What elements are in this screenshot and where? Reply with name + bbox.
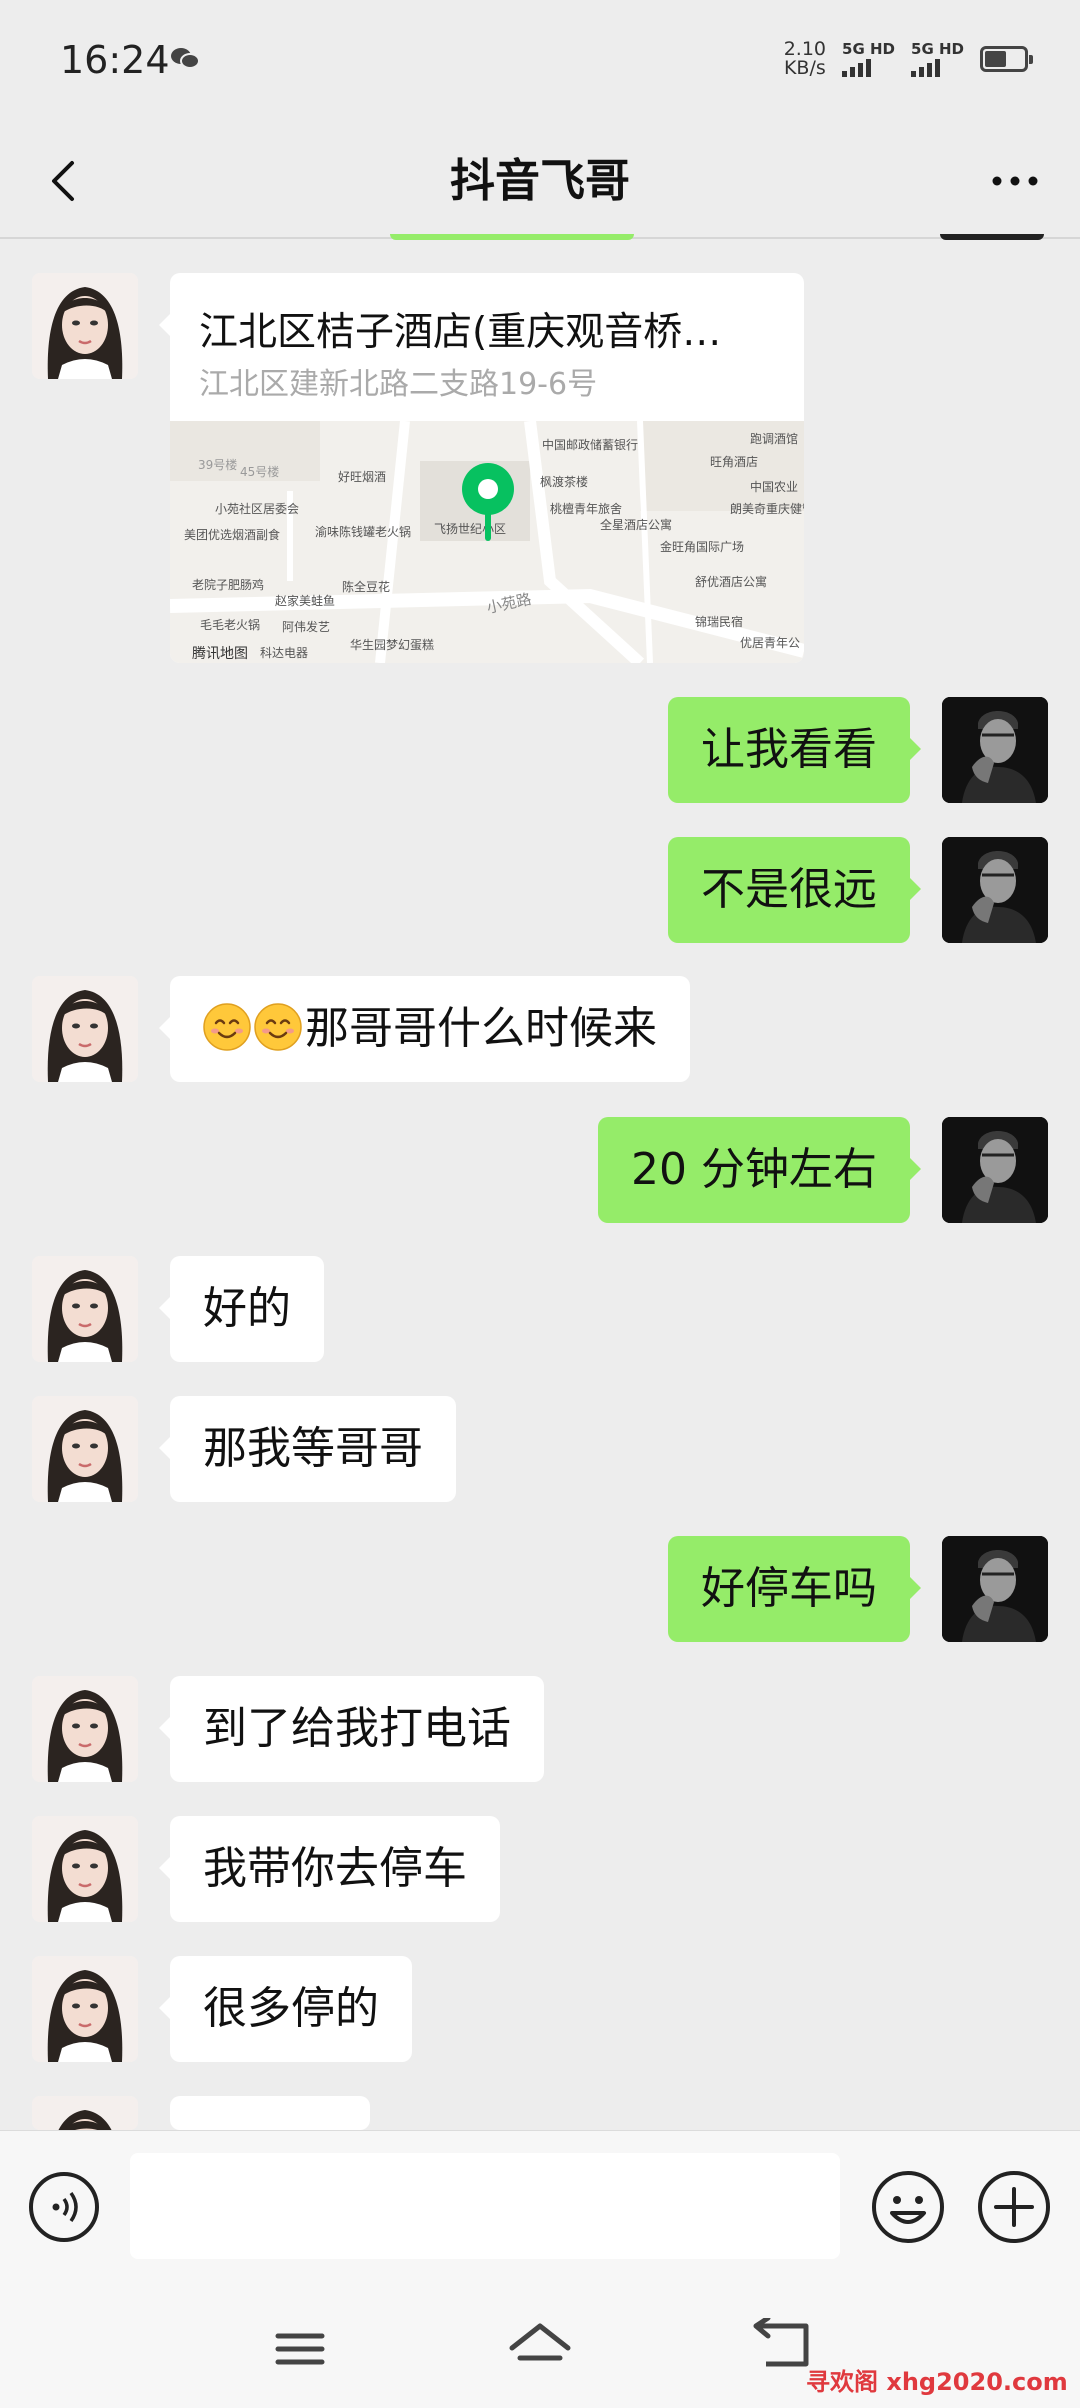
message-text: 让我看看: [701, 724, 877, 775]
svg-text:小苑社区居委会: 小苑社区居委会: [215, 501, 299, 516]
signal-sim2: 5G HD: [911, 41, 964, 77]
menu-icon[interactable]: [270, 2324, 330, 2374]
wechat-icon: [171, 48, 200, 69]
message-text: 好停车吗: [701, 1563, 877, 1614]
svg-text:全星酒店公寓: 全星酒店公寓: [600, 517, 672, 532]
svg-text:39号楼: 39号楼: [198, 457, 237, 472]
svg-text:华生园梦幻蛋糕: 华生园梦幻蛋糕: [350, 638, 434, 652]
message-text: 我带你去停车: [203, 1843, 467, 1894]
voice-icon[interactable]: [28, 2171, 100, 2243]
my-avatar[interactable]: [942, 1117, 1048, 1223]
svg-text:45号楼: 45号楼: [240, 464, 279, 479]
smiling-face-icon: [254, 1003, 302, 1051]
message-text: 不是很远: [701, 864, 877, 915]
svg-text:飞扬世纪小区: 飞扬世纪小区: [434, 521, 506, 536]
svg-text:旺角酒店: 旺角酒店: [710, 455, 758, 469]
svg-text:舒优酒店公寓: 舒优酒店公寓: [695, 574, 767, 589]
chat-header: 抖音飞哥: [0, 125, 1080, 237]
svg-text:朗美奇重庆健管理有公司: 朗美奇重庆健管理有公司: [730, 501, 804, 516]
incoming-message[interactable]: 那哥哥什么时候来: [159, 976, 690, 1082]
contact-avatar[interactable]: [32, 976, 138, 1082]
status-time: 16:24: [60, 38, 170, 82]
message-text: 好的: [203, 1283, 291, 1334]
battery-icon: [980, 46, 1033, 72]
svg-text:中国邮政储蓄银行: 中国邮政储蓄银行: [542, 437, 638, 452]
previous-outgoing-bubble: [390, 234, 634, 240]
more-icon[interactable]: [980, 147, 1050, 215]
my-avatar[interactable]: [942, 837, 1048, 943]
incoming-message[interactable]: 很多停的: [159, 1956, 412, 2062]
home-icon[interactable]: [506, 2318, 574, 2374]
contact-avatar[interactable]: [32, 1816, 138, 1922]
svg-text:优居青年公: 优居青年公: [740, 636, 800, 650]
svg-text:陈全豆花: 陈全豆花: [342, 579, 390, 594]
svg-text:桃檀青年旅舍: 桃檀青年旅舍: [550, 501, 622, 516]
map-preview: 39号楼 45号楼 好旺烟酒 小苑社区居委会 渝味陈钱罐老火锅 美团优选烟酒副食…: [170, 421, 804, 663]
contact-avatar[interactable]: [32, 1956, 138, 2062]
location-address: 江北区建新北路二支路19-6号: [199, 367, 598, 402]
contact-avatar[interactable]: [32, 2096, 138, 2130]
svg-text:渝味陈钱罐老火锅: 渝味陈钱罐老火锅: [315, 524, 411, 539]
incoming-message[interactable]: [159, 2096, 370, 2160]
message-text: 很多停的: [203, 1983, 379, 2034]
outgoing-message[interactable]: 好停车吗: [668, 1536, 921, 1642]
net-speed: 2.10 KB/s: [783, 38, 827, 79]
signal-sim1: 5G HD: [842, 41, 895, 77]
svg-text:科达电器: 科达电器: [260, 646, 308, 660]
smiling-face-icon: [203, 1003, 251, 1051]
watermark: 寻欢阁 xhg2020.com: [806, 2368, 1068, 2396]
outgoing-message[interactable]: 不是很远: [668, 837, 921, 943]
svg-text:金旺角国际广场: 金旺角国际广场: [660, 539, 744, 554]
message-input[interactable]: [130, 2153, 840, 2259]
svg-text:中国农业: 中国农业: [750, 479, 798, 494]
message-text: 到了给我打电话: [203, 1703, 511, 1754]
message-text: 20 分钟左右: [631, 1144, 877, 1195]
incoming-message[interactable]: 我带你去停车: [159, 1816, 500, 1922]
my-avatar[interactable]: [942, 697, 1048, 803]
svg-text:好旺烟酒: 好旺烟酒: [338, 470, 386, 484]
previous-avatar: [940, 234, 1044, 240]
location-card[interactable]: 江北区桔子酒店(重庆观音桥… 江北区建新北路二支路19-6号 39号楼 45号楼…: [170, 273, 804, 663]
emoji-icon[interactable]: [870, 2169, 946, 2245]
svg-text:老院子肥肠鸡: 老院子肥肠鸡: [192, 577, 264, 592]
incoming-message[interactable]: 那我等哥哥: [159, 1396, 456, 1502]
svg-text:美团优选烟酒副食: 美团优选烟酒副食: [184, 527, 280, 542]
chat-title: 抖音飞哥: [449, 154, 630, 207]
outgoing-message[interactable]: 20 分钟左右: [598, 1117, 921, 1223]
my-avatar[interactable]: [942, 1536, 1048, 1642]
message-text: 那我等哥哥: [203, 1423, 423, 1474]
status-bar: 16:24 2.10 KB/s 5G HD 5G HD: [0, 0, 1080, 125]
incoming-message[interactable]: 到了给我打电话: [159, 1676, 544, 1782]
location-title: 江北区桔子酒店(重庆观音桥…: [199, 310, 722, 355]
plus-icon[interactable]: [976, 2169, 1052, 2245]
message-text: 那哥哥什么时候来: [305, 1003, 657, 1054]
svg-text:赵家美蛙鱼: 赵家美蛙鱼: [275, 593, 335, 608]
contact-avatar[interactable]: [32, 1676, 138, 1782]
svg-text:跑调酒馆: 跑调酒馆: [750, 431, 798, 446]
svg-text:阿伟发艺: 阿伟发艺: [282, 619, 330, 634]
svg-text:腾讯地图: 腾讯地图: [192, 645, 248, 662]
input-bar: [0, 2130, 1080, 2285]
contact-avatar[interactable]: [32, 273, 138, 379]
incoming-message[interactable]: 好的: [159, 1256, 324, 1362]
contact-avatar[interactable]: [32, 1256, 138, 1362]
contact-avatar[interactable]: [32, 1396, 138, 1502]
svg-text:枫渡茶楼: 枫渡茶楼: [540, 474, 588, 489]
svg-text:锦瑞民宿: 锦瑞民宿: [695, 614, 743, 629]
svg-text:毛毛老火锅: 毛毛老火锅: [200, 617, 260, 632]
outgoing-message[interactable]: 让我看看: [668, 697, 921, 803]
